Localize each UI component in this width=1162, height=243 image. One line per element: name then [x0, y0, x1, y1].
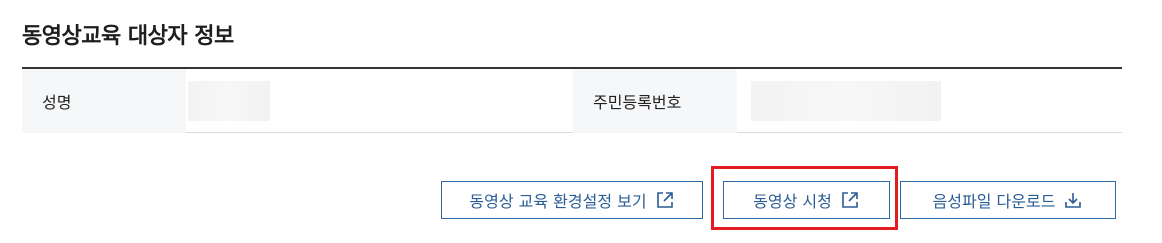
audio-download-button[interactable]: 음성파일 다운로드 [900, 181, 1116, 219]
section-title: 동영상교육 대상자 정보 [22, 24, 234, 49]
redacted-rrn [751, 81, 941, 121]
redacted-name [188, 81, 270, 121]
env-settings-button[interactable]: 동영상 교육 환경설정 보기 [441, 181, 703, 219]
watch-video-button[interactable]: 동영상 시청 [723, 181, 890, 219]
env-settings-label: 동영상 교육 환경설정 보기 [469, 192, 647, 211]
audio-download-label: 음성파일 다운로드 [932, 192, 1056, 211]
external-link-icon [655, 190, 675, 210]
name-label: 성명 [22, 69, 186, 133]
page: 동영상교육 대상자 정보 성명 주민등록번호 동영상 교육 환경설정 보기 동영… [0, 0, 1162, 243]
info-table: 성명 주민등록번호 [22, 67, 1122, 133]
download-icon [1063, 190, 1083, 210]
external-link-icon [840, 190, 860, 210]
rrn-label: 주민등록번호 [573, 69, 737, 133]
watch-video-label: 동영상 시청 [753, 192, 832, 211]
name-value [186, 69, 573, 133]
rrn-value [737, 69, 1122, 133]
